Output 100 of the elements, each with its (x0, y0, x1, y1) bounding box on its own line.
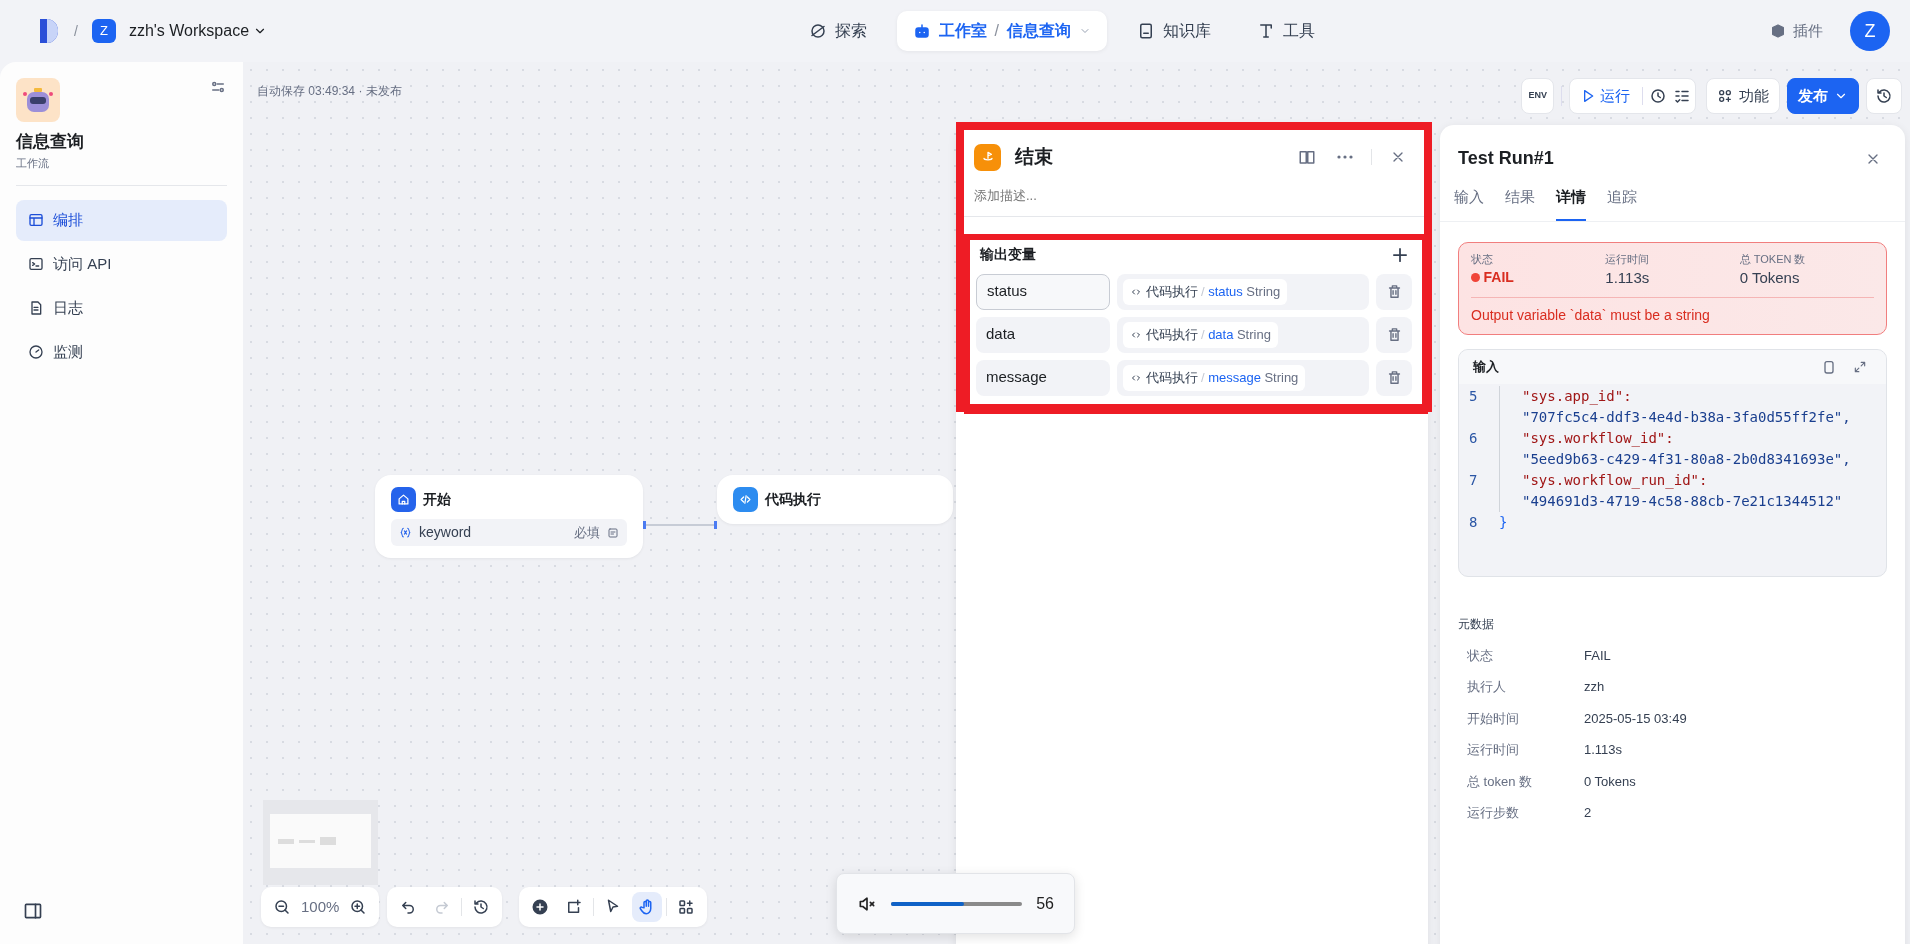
sidebar-item[interactable]: 日志 (16, 288, 227, 329)
panel-title: 结束 (1015, 145, 1053, 169)
panel-title: Test Run#1 (1458, 147, 1554, 170)
variable-reference[interactable]: 代码执行 / status String (1123, 278, 1288, 305)
app-title: 信息查询 (16, 132, 84, 151)
robot-icon (912, 22, 931, 40)
tab[interactable]: 输入 (1454, 186, 1484, 221)
delete-button[interactable] (1376, 316, 1412, 353)
workflow-node[interactable]: 开始 keyword 必填 (375, 475, 643, 558)
tab[interactable]: 结果 (1505, 186, 1535, 221)
metadata-label: 总 token 数 (1467, 772, 1534, 791)
status-dot (1471, 273, 1480, 282)
nav-tab[interactable]: 知识库 (1121, 11, 1227, 51)
workspace-switcher[interactable]: zzh's Workspace (122, 18, 273, 44)
book-icon (1137, 22, 1155, 40)
line-number: 8 (1469, 512, 1479, 532)
text-type-icon (607, 526, 619, 539)
node-title: 开始 (423, 490, 451, 509)
robot-avatar (16, 78, 60, 122)
cube-icon (1770, 23, 1786, 39)
zoom-out-icon (273, 898, 291, 916)
time-value: 1.113s (1605, 268, 1651, 288)
metadata-value: 1.113s (1584, 741, 1623, 759)
tokens-label: 总 TOKEN 数 (1739, 251, 1807, 267)
code-icon (738, 492, 753, 507)
volume-slider[interactable] (891, 901, 1023, 906)
features-button[interactable]: 功能 (1706, 78, 1780, 114)
tab[interactable]: 追踪 (1607, 186, 1637, 221)
canvas-tool[interactable] (632, 892, 662, 922)
tool-icon (1257, 22, 1275, 40)
code-title: 输入 (1473, 357, 1499, 376)
terminal-icon (28, 256, 44, 273)
app-type: 工作流 (16, 156, 49, 169)
gauge-icon (28, 344, 44, 361)
code-line: "sys.workflow_run_id": (1522, 471, 1708, 488)
history-icon (472, 898, 490, 916)
layout-icon (28, 212, 44, 229)
history-button[interactable] (1866, 78, 1902, 114)
delete-button[interactable] (1376, 273, 1412, 310)
metadata-label: 开始时间 (1467, 709, 1520, 728)
variable-name-field[interactable]: status (976, 273, 1110, 310)
sidebar-item[interactable]: 访问 API (16, 244, 227, 285)
status-value: FAIL (1483, 268, 1514, 287)
tokens-value: 0 Tokens (1739, 268, 1801, 288)
variable-name: keyword (419, 523, 472, 542)
plugins-button[interactable]: 插件 (1764, 18, 1829, 44)
section-title: 输出变量 (980, 245, 1036, 264)
sidebar-item[interactable]: 监测 (16, 332, 227, 373)
breadcrumb-link[interactable]: 信息查询 (1007, 19, 1071, 43)
separator-text: / (74, 21, 78, 41)
workflow-node[interactable]: 代码执行 (717, 475, 953, 524)
nav-tab[interactable]: 工具 (1241, 11, 1331, 51)
line-number: 7 (1469, 470, 1479, 490)
error-message: Output variable `data` must be a string (1471, 306, 1710, 323)
grid-icon (1717, 88, 1733, 104)
publish-button[interactable]: 发布 (1787, 78, 1859, 114)
code-line: "707fc5c4-ddf3-4e4d-b38a-3fa0d55ff2fe", (1522, 408, 1851, 425)
sidebar-item[interactable]: 编排 (16, 200, 227, 241)
line-number: 6 (1469, 428, 1479, 448)
volume-reading: 56 (1036, 893, 1054, 914)
history-clock-icon[interactable] (1648, 87, 1667, 105)
metadata-label: 执行人 (1467, 678, 1507, 696)
separator-text: / (994, 21, 999, 41)
required-label: 必填 (574, 523, 600, 542)
metadata-label: 运行步数 (1467, 804, 1520, 822)
line-number: 5 (1469, 386, 1479, 406)
workspace-avatar: Z (91, 19, 116, 43)
nav-tab[interactable]: 工作室 / 信息查询 (896, 11, 1107, 51)
code-line: "sys.app_id": (1522, 387, 1632, 404)
metadata-value: zzh (1584, 678, 1605, 696)
document-icon (28, 300, 44, 317)
history-icon (1875, 87, 1893, 105)
time-label: 运行时间 (1605, 251, 1651, 267)
variable-reference[interactable]: 代码执行 / data String (1123, 321, 1278, 348)
metadata-label: 运行时间 (1467, 741, 1520, 759)
variable-name-field[interactable]: message (976, 359, 1110, 396)
autosave-status: 自动保存 03:49:34 · 未发布 (257, 84, 402, 98)
status-label: 状态 (1471, 251, 1494, 267)
note-icon (565, 898, 583, 916)
panel-toggle-icon[interactable] (23, 901, 43, 921)
metadata-value: 2025-05-15 03:49 (1584, 709, 1687, 728)
metadata-value: FAIL (1584, 646, 1611, 665)
home-icon (396, 492, 411, 507)
nav-tab[interactable]: 探索 (792, 11, 883, 51)
delete-button[interactable] (1376, 359, 1412, 396)
zoom-in-icon (349, 898, 368, 916)
grid-icon (677, 898, 695, 916)
variable-reference[interactable]: 代码执行 / message String (1123, 364, 1306, 391)
user-avatar[interactable]: Z (1850, 11, 1890, 51)
logo-icon[interactable] (38, 17, 60, 45)
code-line: } (1499, 512, 1508, 532)
tab[interactable]: 详情 (1556, 186, 1586, 221)
variable-icon (399, 526, 412, 539)
variable-name-field[interactable]: data (976, 316, 1110, 353)
node-title: 代码执行 (765, 490, 821, 509)
code-line: "494691d3-4719-4c58-88cb-7e21c1344512" (1522, 492, 1843, 509)
metadata-value: 0 Tokens (1584, 772, 1636, 791)
zoom-level: 100% (301, 896, 340, 917)
env-button[interactable]: ENV (1521, 78, 1554, 114)
code-line: "5eed9b63-c429-4f31-80a8-2b0d8341693e", (1522, 450, 1851, 467)
